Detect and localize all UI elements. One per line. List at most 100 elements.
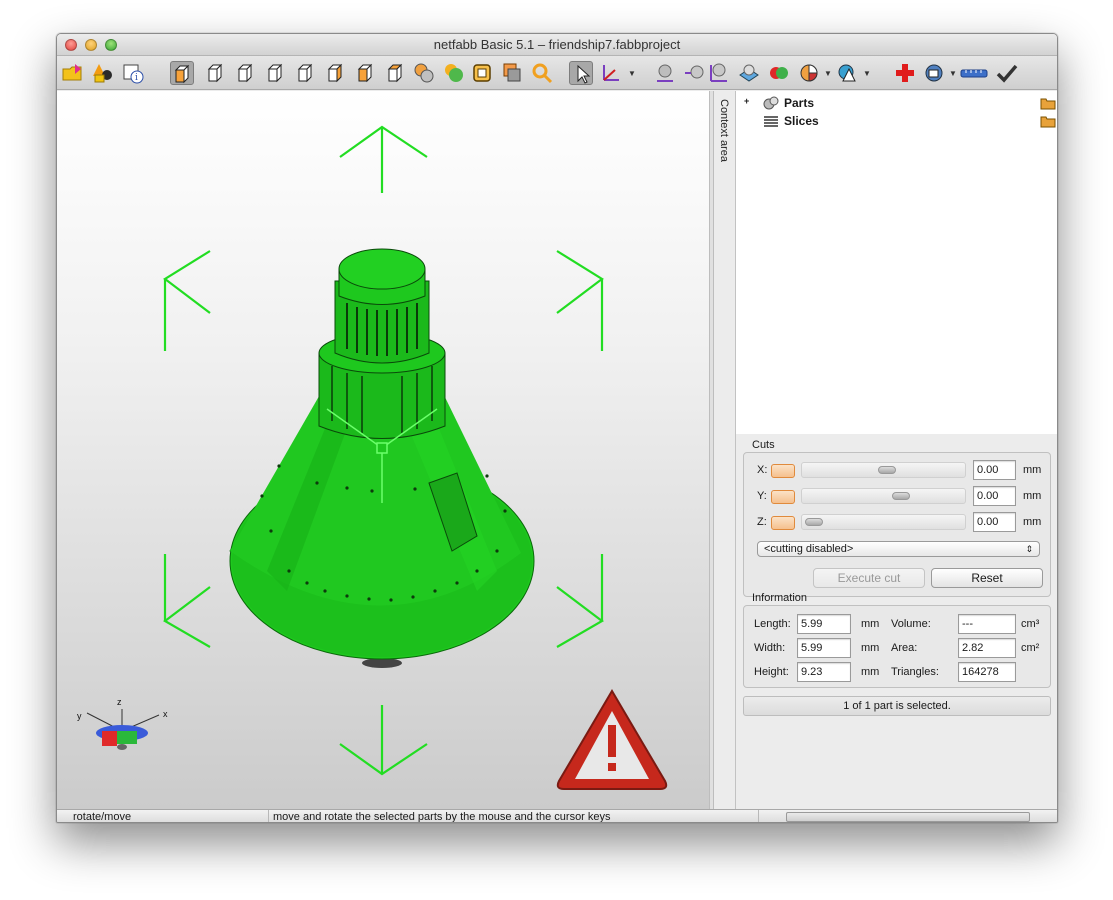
view-left-icon[interactable] xyxy=(264,61,288,85)
axes-icon[interactable] xyxy=(599,61,623,85)
shaded-icon[interactable] xyxy=(412,61,436,85)
context-area-tab[interactable]: Context area xyxy=(714,91,736,809)
3d-viewport[interactable]: z y x xyxy=(57,91,709,809)
cut-z-unit: mm xyxy=(1023,516,1042,528)
triangles-dropdown-arrow[interactable]: ▼ xyxy=(863,69,871,78)
cut-y-input[interactable]: 0.00 xyxy=(973,486,1016,506)
solid-icon[interactable] xyxy=(442,61,466,85)
area-unit: cm² xyxy=(1021,642,1040,654)
length-value: 5.99 xyxy=(797,614,851,634)
add-part-icon[interactable] xyxy=(91,61,115,85)
volume-value: --- xyxy=(958,614,1016,634)
width-unit: mm xyxy=(861,642,880,654)
triangles-value: 164278 xyxy=(958,662,1016,682)
status-bar: rotate/move move and rotate the selected… xyxy=(57,809,1057,822)
gizmo-z-label: z xyxy=(117,697,122,707)
project-tree[interactable]: + Parts Slices xyxy=(736,91,1057,434)
cut-y-slider-knob[interactable] xyxy=(892,492,910,500)
cut-y-toggle[interactable] xyxy=(771,490,795,504)
area-label: Area: xyxy=(891,642,918,654)
length-unit: mm xyxy=(861,618,880,630)
pie-dropdown-arrow[interactable]: ▼ xyxy=(824,69,832,78)
tree-label-parts: Parts xyxy=(784,96,815,110)
arrow-lower-left-icon[interactable] xyxy=(163,554,211,648)
tree-label-slices: Slices xyxy=(784,114,819,128)
cut-z-slider-knob[interactable] xyxy=(805,518,823,526)
select-pointer-icon[interactable] xyxy=(569,61,593,85)
part-info-icon[interactable]: i xyxy=(121,61,145,85)
status-progress-bar xyxy=(786,812,1030,822)
context-area-label: Context area xyxy=(718,99,730,162)
close-window-button[interactable] xyxy=(65,39,77,51)
select-updown-icon: ⇕ xyxy=(1025,544,1033,554)
height-unit: mm xyxy=(861,666,880,678)
cut-z-toggle[interactable] xyxy=(771,516,795,530)
width-label: Width: xyxy=(754,642,786,654)
minimize-window-button[interactable] xyxy=(85,39,97,51)
cut-z-label: Z: xyxy=(757,516,767,528)
status-hint: move and rotate the selected parts by th… xyxy=(269,810,759,822)
gizmo-x-label: x xyxy=(163,709,168,719)
report-icon[interactable] xyxy=(922,61,946,85)
triangles-label: Triangles: xyxy=(891,666,939,678)
zoom-icon[interactable] xyxy=(530,61,554,85)
length-label: Length: xyxy=(754,618,791,630)
cut-z-slider[interactable] xyxy=(801,514,966,530)
cutting-mode-select[interactable]: <cutting disabled> ⇕ xyxy=(757,541,1040,557)
cut-z-input[interactable]: 0.00 xyxy=(973,512,1016,532)
warning-icon[interactable] xyxy=(556,689,668,790)
expander-plus-icon[interactable]: + xyxy=(744,96,749,106)
open-project-icon[interactable] xyxy=(61,61,85,85)
window-title: netfabb Basic 5.1 – friendship7.fabbproj… xyxy=(433,37,681,52)
cut-x-slider-knob[interactable] xyxy=(878,466,896,474)
repair-icon[interactable] xyxy=(893,61,917,85)
arrow-upper-left-icon[interactable] xyxy=(163,250,211,351)
cuts-title: Cuts xyxy=(752,439,775,451)
view-right-icon[interactable] xyxy=(294,61,318,85)
axes-dropdown-arrow[interactable]: ▼ xyxy=(628,69,636,78)
cuts-panel: X: 0.00 mm Y: 0.00 mm Z: 0.00 mm <cuttin… xyxy=(743,452,1051,597)
selection-status: 1 of 1 part is selected. xyxy=(743,696,1051,716)
center-icon[interactable] xyxy=(653,61,677,85)
ruler-icon[interactable] xyxy=(959,61,989,85)
arrow-up-icon[interactable] xyxy=(339,125,428,193)
cut-y-slider[interactable] xyxy=(801,488,966,504)
wireframe-icon[interactable] xyxy=(470,61,494,85)
apply-icon[interactable] xyxy=(995,61,1019,85)
view-top-icon[interactable] xyxy=(324,61,348,85)
boolean-icon[interactable] xyxy=(767,61,791,85)
cut-x-input[interactable]: 0.00 xyxy=(973,460,1016,480)
split-icon[interactable] xyxy=(707,61,731,85)
tree-item-parts[interactable]: + Parts xyxy=(744,95,1056,111)
information-title: Information xyxy=(752,592,808,604)
reset-button[interactable]: Reset xyxy=(931,568,1043,588)
parts-folder-icon[interactable] xyxy=(1040,96,1056,110)
volume-unit: cm³ xyxy=(1021,618,1040,630)
cut-x-slider[interactable] xyxy=(801,462,966,478)
report-dropdown-arrow[interactable]: ▼ xyxy=(949,69,957,78)
view-front-icon[interactable] xyxy=(204,61,228,85)
cut-x-toggle[interactable] xyxy=(771,464,795,478)
zoom-window-button[interactable] xyxy=(105,39,117,51)
friendship7-part[interactable] xyxy=(229,248,535,668)
arrow-upper-right-icon[interactable] xyxy=(556,250,604,351)
cutting-mode-value: <cutting disabled> xyxy=(764,543,854,555)
axis-gizmo: z y x xyxy=(77,697,168,750)
execute-cut-button[interactable]: Execute cut xyxy=(813,568,925,588)
main-toolbar: i ▼ ▼ ▼ ▼ xyxy=(57,56,1057,90)
slice-icon[interactable] xyxy=(737,61,761,85)
view-bottom-icon[interactable] xyxy=(354,61,378,85)
information-panel: Length: 5.99 mm Volume: --- cm³ Width: 5… xyxy=(743,605,1051,688)
pie-icon[interactable] xyxy=(797,61,821,85)
view-back-icon[interactable] xyxy=(234,61,258,85)
arrow-down-icon[interactable] xyxy=(339,705,428,776)
measure-icon[interactable] xyxy=(683,61,707,85)
arrow-lower-right-icon[interactable] xyxy=(556,554,604,648)
view-perspective-icon[interactable] xyxy=(170,61,194,85)
cut-x-label: X: xyxy=(757,464,768,476)
tree-item-slices[interactable]: Slices xyxy=(744,113,1056,129)
slices-folder-icon[interactable] xyxy=(1040,114,1056,128)
view-side-icon[interactable] xyxy=(384,61,408,85)
transparent-icon[interactable] xyxy=(500,61,524,85)
triangles-icon[interactable] xyxy=(835,61,859,85)
